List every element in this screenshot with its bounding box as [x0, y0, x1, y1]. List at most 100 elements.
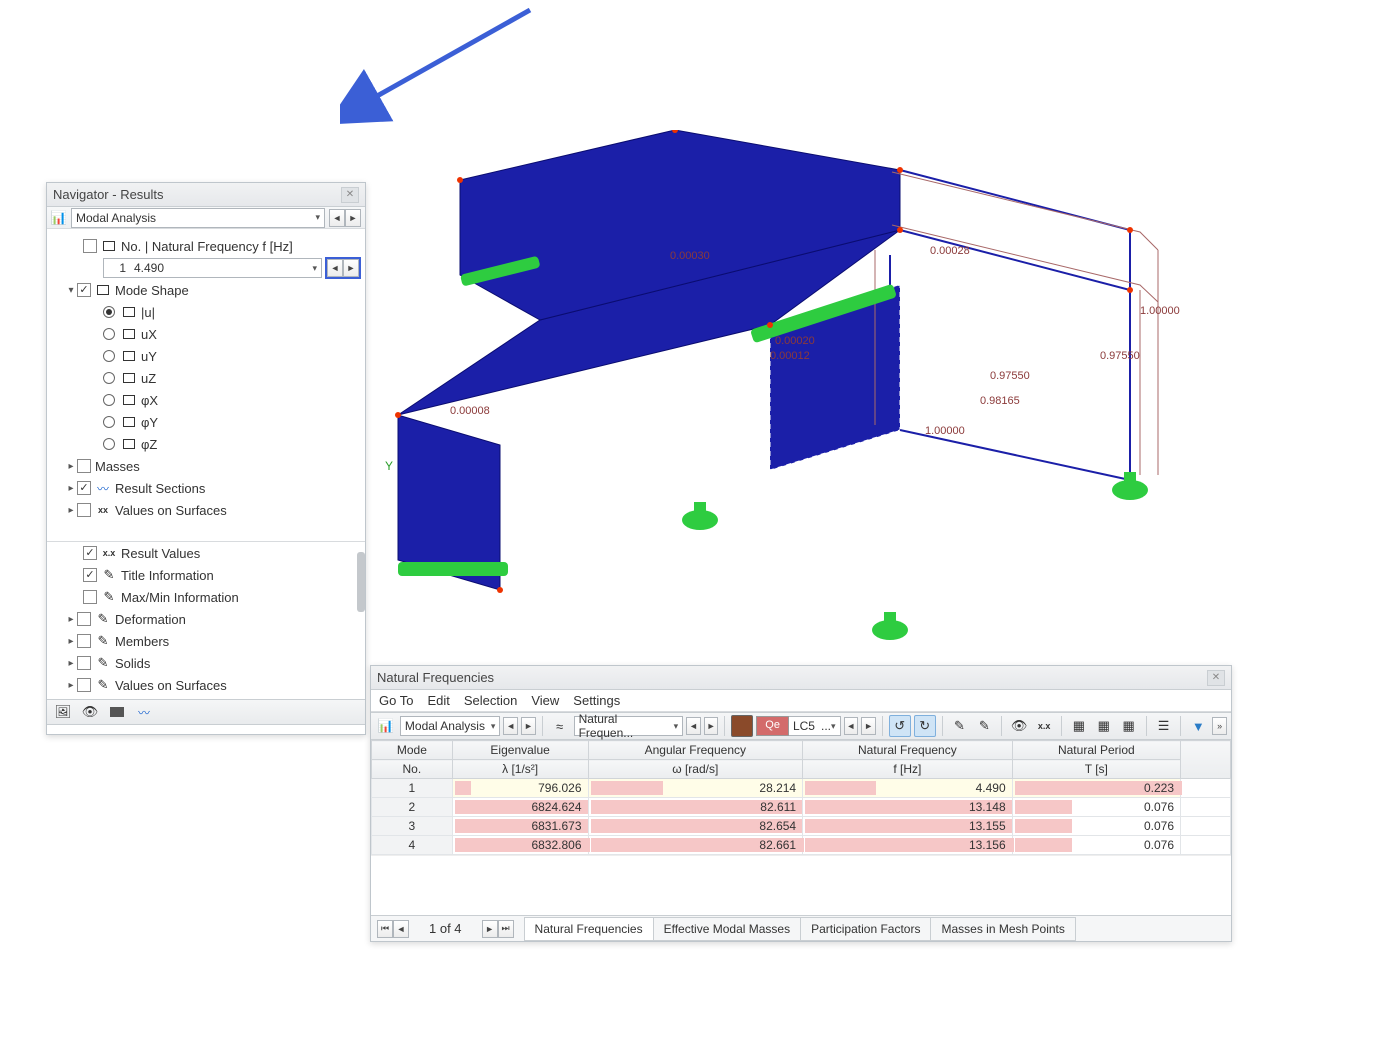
page-prev[interactable]: ◄ — [393, 920, 409, 938]
freq-checkbox[interactable] — [83, 239, 97, 253]
table-header[interactable]: Natural Frequencies ✕ — [371, 666, 1231, 690]
tb-overflow[interactable]: » — [1212, 717, 1227, 735]
tree-phix[interactable]: φX — [141, 393, 158, 408]
table-row[interactable]: 46832.80682.66113.1560.076 — [372, 836, 1231, 855]
hdr-nat[interactable]: Natural Frequency — [803, 741, 1013, 760]
hdr-nat-u[interactable]: f [Hz] — [803, 760, 1013, 779]
picture-icon[interactable]: 🖼 — [51, 701, 75, 723]
tree-ti[interactable]: Title Information — [121, 568, 214, 583]
tb-grid-3[interactable]: ▦ — [1118, 715, 1140, 737]
caret-masses[interactable]: ▸ — [65, 461, 77, 472]
chk-rv[interactable] — [83, 546, 97, 560]
chk-def[interactable] — [77, 612, 91, 626]
radio-phix[interactable] — [103, 394, 115, 406]
tree-masses[interactable]: Masses — [95, 459, 140, 474]
hdr-ang-u[interactable]: ω [rad/s] — [588, 760, 803, 779]
tb-xx-icon[interactable]: x.x — [1033, 715, 1055, 737]
chk-mm[interactable] — [83, 590, 97, 604]
hdr-ang[interactable]: Angular Frequency — [588, 741, 803, 760]
tab-natfreq[interactable]: Natural Frequencies — [524, 917, 654, 941]
tb-grid-1[interactable]: ▦ — [1068, 715, 1090, 737]
camera-icon[interactable] — [105, 701, 129, 723]
analysis-prev-button[interactable]: ◄ — [329, 209, 345, 227]
page-next[interactable]: ► — [482, 920, 498, 938]
tree-phiy[interactable]: φY — [141, 415, 158, 430]
radio-uy[interactable] — [103, 350, 115, 362]
table-row[interactable]: 26824.62482.61113.1480.076 — [372, 798, 1231, 817]
viewport-3d[interactable]: Y 0.00030 0.00028 1.00000 0.97550 0.9755… — [370, 130, 1240, 660]
chk-rs[interactable] — [77, 481, 91, 495]
tree-def[interactable]: Deformation — [115, 612, 186, 627]
eye-icon[interactable]: 👁 — [78, 701, 102, 723]
chk-ti[interactable] — [83, 568, 97, 582]
tree-sol[interactable]: Solids — [115, 656, 150, 671]
page-last[interactable]: ⏭ — [498, 920, 514, 938]
tab-pf[interactable]: Participation Factors — [800, 917, 931, 941]
tree-mm[interactable]: Max/Min Information — [121, 590, 239, 605]
hdr-per[interactable]: Natural Period — [1012, 741, 1180, 760]
tb-icon-4[interactable]: ✎ — [973, 715, 995, 737]
scrollbar-thumb[interactable] — [357, 552, 365, 612]
chk-vs[interactable] — [77, 503, 91, 517]
tree-phiz[interactable]: φZ — [141, 437, 157, 452]
tab-emm[interactable]: Effective Modal Masses — [653, 917, 802, 941]
chk-sol[interactable] — [77, 656, 91, 670]
analysis-next-button[interactable]: ► — [345, 209, 361, 227]
tb-icon-2[interactable]: ↻ — [914, 715, 936, 737]
tb-grid-2[interactable]: ▦ — [1093, 715, 1115, 737]
hdr-no[interactable]: No. — [372, 760, 453, 779]
tree-uy[interactable]: uY — [141, 349, 157, 364]
tb-icon-1[interactable]: ↺ — [889, 715, 911, 737]
tb-nf-combo[interactable]: Natural Frequen...▾ — [574, 716, 684, 736]
page-first[interactable]: ⏮ — [377, 920, 393, 938]
table-close-icon[interactable]: ✕ — [1207, 670, 1225, 686]
tree-ux[interactable]: uX — [141, 327, 157, 342]
menu-selection[interactable]: Selection — [464, 693, 517, 708]
hdr-eigen[interactable]: Eigenvalue — [452, 741, 588, 760]
hdr-per-u[interactable]: T [s] — [1012, 760, 1180, 779]
tb-analysis-combo[interactable]: Modal Analysis▾ — [400, 716, 501, 736]
radio-u[interactable] — [103, 306, 115, 318]
tb-analysis-icon[interactable]: 📊 — [375, 715, 397, 737]
tree-rs[interactable]: Result Sections — [115, 481, 205, 496]
tb-a-next[interactable]: ► — [521, 717, 536, 735]
radio-phiz[interactable] — [103, 438, 115, 450]
tb-l-next[interactable]: ► — [861, 717, 876, 735]
radio-uz[interactable] — [103, 372, 115, 384]
tb-eye-icon[interactable]: 👁 — [1008, 715, 1030, 737]
tb-list-icon[interactable]: ☰ — [1153, 715, 1175, 737]
navigator-header[interactable]: Navigator - Results ✕ — [47, 183, 365, 207]
qe-label[interactable]: Qe — [756, 716, 789, 736]
tb-n-next[interactable]: ► — [704, 717, 719, 735]
hdr-mode[interactable]: Mode — [372, 741, 453, 760]
mode-combo[interactable]: 1 4.490 ▾ — [103, 258, 322, 278]
color-swatch[interactable] — [731, 715, 753, 737]
chk-masses[interactable] — [77, 459, 91, 473]
tb-nf-icon[interactable]: ≈ — [549, 715, 571, 737]
caret-rs[interactable]: ▸ — [65, 483, 77, 494]
tree-u[interactable]: |u| — [141, 305, 155, 320]
lc-combo[interactable]: LC5...▾ — [789, 716, 841, 736]
filter-icon[interactable]: ▼ — [1187, 715, 1209, 737]
modeshape-checkbox[interactable] — [77, 283, 91, 297]
table-row[interactable]: 1796.02628.2144.4900.223 — [372, 779, 1231, 798]
tree-vs[interactable]: Values on Surfaces — [115, 503, 227, 518]
mode-prev-button[interactable]: ◄ — [327, 259, 343, 277]
hdr-eigen-u[interactable]: λ [1/s²] — [452, 760, 588, 779]
menu-settings[interactable]: Settings — [573, 693, 620, 708]
menu-goto[interactable]: Go To — [379, 693, 413, 708]
table-row[interactable]: 36831.67382.65413.1550.076 — [372, 817, 1231, 836]
tree-uz[interactable]: uZ — [141, 371, 156, 386]
menu-view[interactable]: View — [531, 693, 559, 708]
tb-n-prev[interactable]: ◄ — [686, 717, 701, 735]
tb-a-prev[interactable]: ◄ — [503, 717, 518, 735]
close-icon[interactable]: ✕ — [341, 187, 359, 203]
chk-vs2[interactable] — [77, 678, 91, 692]
tree-mem[interactable]: Members — [115, 634, 169, 649]
caret-vs[interactable]: ▸ — [65, 505, 77, 516]
tb-l-prev[interactable]: ◄ — [844, 717, 859, 735]
analysis-combo[interactable]: Modal Analysis▾ — [71, 208, 325, 228]
chk-mem[interactable] — [77, 634, 91, 648]
tree-rv[interactable]: Result Values — [121, 546, 200, 561]
mode-next-button[interactable]: ► — [343, 259, 359, 277]
